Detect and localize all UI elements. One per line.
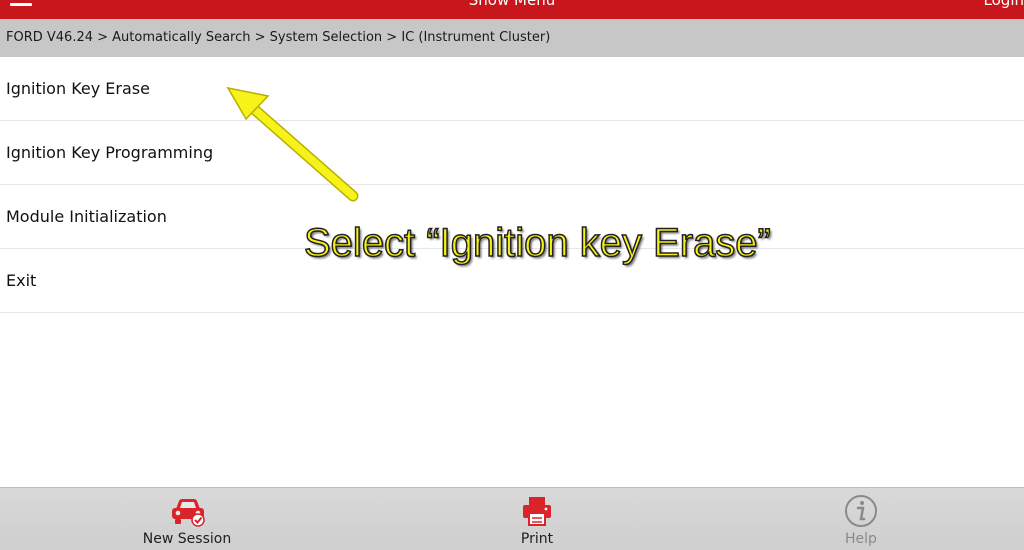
printer-icon [523,497,551,526]
car-check-icon [172,499,205,527]
bottom-toolbar: New Session Print Help [0,487,1024,550]
print-button[interactable]: Print [467,488,607,550]
instruction-caption: Select “Ignition key Erase” [303,220,771,266]
new-session-label: New Session [142,531,232,547]
print-label: Print [520,531,554,547]
top-bar: Show Menu Login [0,0,1024,19]
new-session-button[interactable]: New Session [117,488,257,550]
breadcrumb: FORD V46.24 > Automatically Search > Sys… [0,19,1024,57]
login-button[interactable]: Login [984,0,1024,8]
menu-item-ignition-key-erase[interactable]: Ignition Key Erase [0,57,1024,121]
menu-item-ignition-key-programming[interactable]: Ignition Key Programming [0,121,1024,185]
app-title: Show Menu [468,0,556,9]
help-label: Help [845,531,877,547]
info-icon [845,495,877,527]
function-menu-list: Ignition Key Erase Ignition Key Programm… [0,57,1024,313]
help-button[interactable]: Help [791,488,931,550]
